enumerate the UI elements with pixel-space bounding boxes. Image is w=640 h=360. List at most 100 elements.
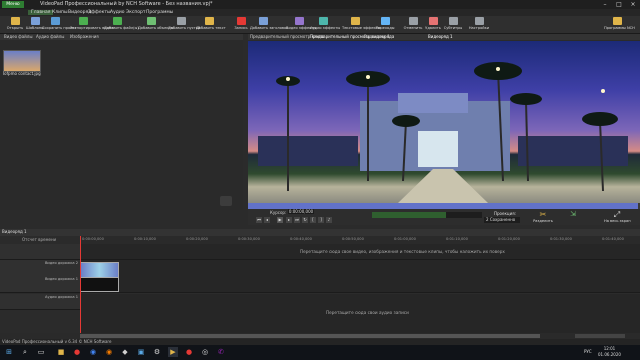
timeline-zoom-slider[interactable] — [575, 334, 625, 338]
menu-programs[interactable]: Программы — [146, 10, 173, 15]
unlink-button[interactable]: ⇲ — [560, 210, 586, 225]
window-title: VideoPad Профессиональный by NCH Softwar… — [40, 1, 213, 7]
status-text: VideoPad Профессиональный v 6.34 © NCH S… — [2, 339, 112, 344]
media-app-icon[interactable]: ● — [72, 347, 82, 357]
step-back-icon[interactable]: ◂ — [264, 217, 270, 223]
menu-effects[interactable]: Эффекты — [88, 10, 111, 15]
toolbar-button-9[interactable]: Добавить заголовок — [250, 16, 289, 33]
menu-clips[interactable]: Клипы — [52, 10, 68, 15]
go-end-icon[interactable]: ⏭ — [294, 217, 300, 223]
browser-icon[interactable]: ◉ — [88, 347, 98, 357]
language-indicator[interactable]: РУС — [584, 349, 592, 354]
fullscreen-button[interactable]: ⤢ На весь экран — [604, 210, 631, 225]
ruler-tick: 0:00:00,000 — [82, 237, 104, 241]
volume-icon[interactable]: ♪ — [326, 217, 332, 223]
video-track-2-header: Видео дорожка 2 — [0, 260, 80, 277]
task-view-icon[interactable]: ▭ — [36, 347, 46, 357]
viber-icon[interactable]: ✆ — [216, 347, 226, 357]
toolbar-button-7[interactable]: Добавить текст — [196, 16, 226, 33]
toolbar-button-2[interactable]: Сохранить проект — [42, 16, 77, 33]
tab-sequence-1[interactable]: Видео ряд 1 — [364, 34, 390, 39]
unlink-icon: ⇲ — [570, 210, 576, 218]
timeline-scroll-thumb[interactable] — [80, 334, 540, 338]
toolbar-label: Добавить заголовок — [250, 26, 289, 30]
firefox-icon[interactable]: ◉ — [104, 347, 114, 357]
toolbar-label: Текстовые эффекты — [342, 26, 381, 30]
timeline-clip-image[interactable] — [80, 262, 119, 278]
toolbar-button-3[interactable]: Экспортировать видео — [70, 16, 113, 33]
taskbar-clock[interactable]: 12:01 01.06.2020 — [598, 346, 621, 358]
audio-level-fill — [372, 212, 446, 218]
playhead[interactable] — [80, 236, 81, 338]
media-thumbnail[interactable] — [3, 50, 41, 72]
menu-audio[interactable]: Аудио — [110, 10, 125, 15]
record-icon — [236, 17, 246, 25]
settings-taskbar-icon[interactable]: ⚙ — [152, 347, 162, 357]
cursor-time-field[interactable]: 0:00:00,000 — [288, 209, 314, 214]
toolbar-label: Сохранить проект — [42, 26, 77, 30]
add-objects-icon — [146, 17, 156, 25]
file-explorer-icon[interactable]: ■ — [56, 347, 66, 357]
maximize-icon[interactable]: □ — [612, 0, 626, 9]
ruler-label: Отсчет времени — [22, 237, 57, 242]
step-forward-icon[interactable]: ▸ — [286, 217, 292, 223]
minimize-icon[interactable]: – — [598, 0, 612, 9]
menu-export[interactable]: Экспорт — [126, 10, 146, 15]
toolbar-button-18[interactable]: Программы NCH — [604, 16, 635, 33]
recording-app-icon[interactable]: ● — [184, 347, 194, 357]
split-icon: ✂ — [539, 210, 547, 219]
add-blank-icon — [176, 17, 186, 25]
ruler-tick: 0:00:20,000 — [186, 237, 208, 241]
mark-out-icon[interactable]: ] — [318, 217, 324, 223]
video-track-2-lane[interactable] — [80, 260, 640, 277]
search-icon[interactable]: ⌕ — [20, 347, 30, 357]
transitions-icon — [380, 17, 390, 25]
toolbar-button-17[interactable]: Настройки — [466, 16, 492, 33]
toolbar-button-6[interactable]: Добавить пустой — [168, 16, 200, 33]
add-text-icon — [204, 17, 214, 25]
main-menu-button[interactable]: Меню — [2, 1, 24, 8]
store-icon[interactable]: ▣ — [136, 347, 146, 357]
toolbar-button-11[interactable]: Аудио эффекты — [310, 16, 340, 33]
toolbar: Открыть Шаблоны Сохранить проект Экспортиро… — [0, 16, 640, 34]
toolbar-button-4[interactable]: Добавить файл(ы) — [104, 16, 139, 33]
timeline-clip-video[interactable] — [80, 277, 119, 292]
app-icon[interactable]: ◆ — [120, 347, 130, 357]
loop-icon[interactable]: ↻ — [302, 217, 308, 223]
toolbar-button-12[interactable]: Текстовые эффекты — [342, 16, 381, 33]
projection-select[interactable]: 2 Сохраненно — [484, 217, 520, 223]
toolbar-label: Настройки — [468, 26, 490, 30]
stadium-scene — [258, 62, 628, 203]
toolbar-button-10[interactable]: Видео эффекты — [286, 16, 316, 33]
toolbar-button-13[interactable]: Переходы — [372, 16, 398, 33]
mark-in-icon[interactable]: [ — [310, 217, 316, 223]
play-icon[interactable]: ▶ — [277, 217, 283, 223]
toolbar-button-5[interactable]: Добавить объекты — [138, 16, 174, 33]
menu-home[interactable]: Главная — [28, 10, 54, 15]
ruler-tick: 0:00:40,000 — [290, 237, 312, 241]
windows-start-icon[interactable]: ⊞ — [4, 347, 14, 357]
tab-timeline-sequence[interactable]: Видеоряд 1 — [2, 229, 42, 236]
export-video-icon — [78, 17, 88, 25]
close-icon[interactable]: × — [626, 0, 640, 9]
split-button[interactable]: ✂ Разделить — [530, 210, 556, 225]
tab-audio-files[interactable]: Аудио файлы — [36, 34, 64, 39]
toolbar-label: Переходы — [375, 26, 395, 30]
video-track-1-lane[interactable] — [80, 276, 640, 293]
ruler-tick: 0:00:10,000 — [134, 237, 156, 241]
subtitles-icon — [448, 17, 458, 25]
sequence-title: Видеоряд 1 — [428, 34, 453, 39]
split-label: Разделить — [533, 219, 553, 223]
tab-video-files[interactable]: Видео файлы — [4, 34, 32, 39]
misc-app-icon[interactable]: ◎ — [200, 347, 210, 357]
tab-images[interactable]: Изображения — [70, 34, 99, 39]
bin-tabs: Видео файлы Аудио файлы Изображения — [0, 34, 243, 40]
delete-icon — [428, 17, 438, 25]
videopad-taskbar-icon[interactable]: ▶ — [168, 347, 178, 357]
go-start-icon[interactable]: ⏮ — [256, 217, 262, 223]
toolbar-button-16[interactable]: Субтитры — [440, 16, 466, 33]
projection-label: Проекция: — [494, 211, 516, 216]
audio-track-1-name: Аудио дорожка 1 — [45, 295, 78, 299]
toolbar-label: Программы NCH — [604, 26, 635, 30]
video-track-1-header: Видео дорожка 1 — [0, 276, 80, 293]
